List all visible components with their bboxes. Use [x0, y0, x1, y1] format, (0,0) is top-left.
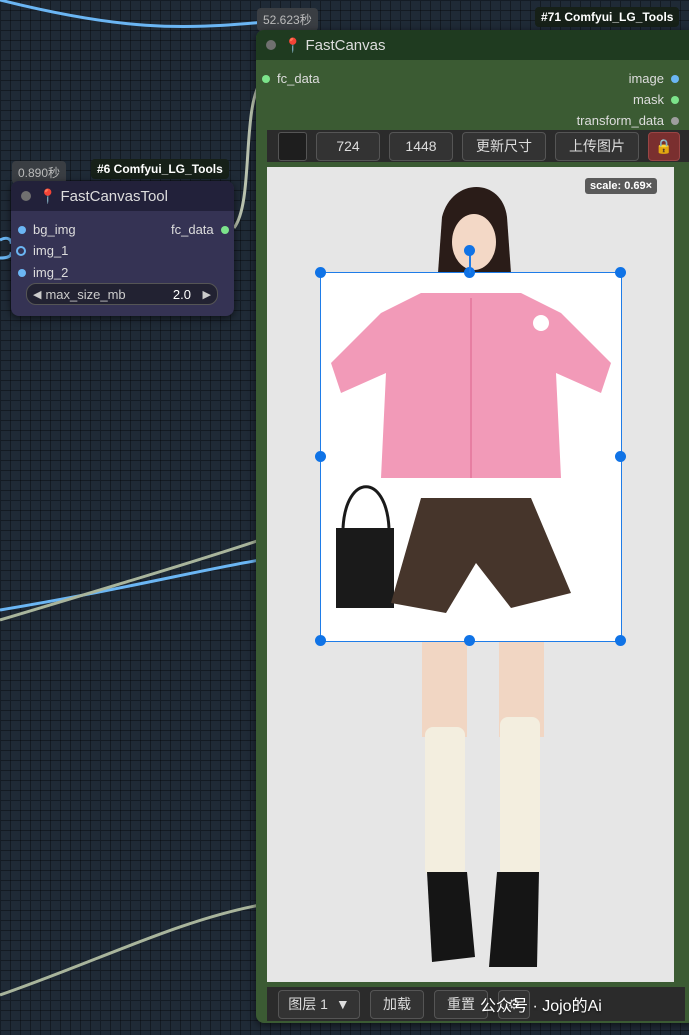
- input-slot-img-1[interactable]: img_1: [16, 243, 68, 258]
- pin-icon: 📍: [284, 36, 302, 53]
- widget-value: 2.0: [172, 286, 191, 302]
- height-input[interactable]: 1448: [389, 131, 453, 161]
- outfit-collage-image: [331, 293, 611, 613]
- input-slot-img-2[interactable]: img_2: [18, 265, 68, 280]
- upload-image-button[interactable]: 上传图片: [555, 131, 639, 161]
- output-port-icon[interactable]: [671, 74, 679, 83]
- canvas-node-id-badge: #71 Comfyui_LG_Tools: [535, 7, 680, 27]
- resize-handle-left[interactable]: [315, 451, 326, 462]
- collapse-dot-icon[interactable]: [266, 40, 276, 50]
- increment-arrow-icon[interactable]: ▶: [203, 288, 211, 301]
- rotate-handle-stem: [469, 255, 471, 273]
- dropdown-arrow-icon: ▼: [335, 996, 350, 1012]
- input-label-bg-img: bg_img: [33, 222, 76, 237]
- input-port-icon[interactable]: [18, 225, 26, 234]
- fast-canvas-node[interactable]: 📍 FastCanvas fc_data image mask transfor…: [256, 30, 689, 1023]
- output-label-mask: mask: [632, 92, 664, 107]
- canvas-node-time-badge: 52.623秒: [257, 8, 318, 31]
- output-slot-transform-data[interactable]: transform_data: [577, 113, 679, 128]
- output-label-transform-data: transform_data: [576, 113, 664, 128]
- resize-handle-bottom[interactable]: [464, 635, 475, 646]
- output-slot-fc-data[interactable]: fc_data: [171, 222, 229, 237]
- scale-label: scale: 0.69×: [585, 178, 658, 194]
- load-button[interactable]: 加载: [370, 989, 424, 1019]
- input-label-fc-data: fc_data: [277, 71, 320, 86]
- input-port-icon[interactable]: [18, 268, 26, 277]
- width-input[interactable]: 724: [316, 131, 380, 161]
- pin-icon: 📍: [39, 187, 57, 204]
- tool-node-title: FastCanvasTool: [60, 187, 168, 205]
- resize-handle-top-left[interactable]: [315, 267, 326, 278]
- update-size-button[interactable]: 更新尺寸: [462, 131, 546, 161]
- input-port-icon[interactable]: [262, 74, 270, 83]
- output-label-fc-data: fc_data: [171, 222, 214, 237]
- resize-handle-top-right[interactable]: [615, 267, 626, 278]
- tool-node-header[interactable]: 📍 FastCanvasTool: [11, 181, 234, 211]
- max-size-mb-widget[interactable]: ◀ max_size_mb 2.0 ▶: [26, 283, 218, 305]
- lock-icon: 🔒: [655, 137, 673, 154]
- output-slot-image[interactable]: image: [629, 71, 679, 86]
- output-port-icon[interactable]: [671, 116, 679, 125]
- selected-layer[interactable]: [320, 272, 622, 642]
- fast-canvas-tool-node[interactable]: 📍 FastCanvasTool bg_img img_1 img_2 fc_d…: [11, 181, 234, 316]
- input-label-img-1: img_1: [33, 243, 69, 258]
- output-slot-mask[interactable]: mask: [633, 92, 679, 107]
- rotate-handle[interactable]: [464, 245, 475, 256]
- lock-button[interactable]: 🔒: [648, 131, 680, 161]
- tool-node-id-badge: #6 Comfyui_LG_Tools: [91, 159, 229, 179]
- canvas-area[interactable]: scale: 0.69×: [267, 167, 674, 982]
- layer-select[interactable]: 图层 1 ▼: [278, 989, 360, 1019]
- canvas-toolbar: 724 1448 更新尺寸 上传图片 🔒: [267, 130, 689, 162]
- canvas-node-header[interactable]: 📍 FastCanvas: [256, 30, 689, 60]
- layer-select-value: 图层 1: [288, 996, 328, 1012]
- collapse-dot-icon[interactable]: [21, 191, 31, 201]
- background-color-swatch[interactable]: [278, 131, 307, 161]
- widget-label: max_size_mb: [45, 286, 126, 302]
- resize-handle-bottom-right[interactable]: [615, 635, 626, 646]
- canvas-bottom-toolbar: 图层 1 ▼ 加载 重置 ⚙: [267, 987, 685, 1021]
- decrement-arrow-icon[interactable]: ◀: [33, 288, 41, 301]
- input-label-img-2: img_2: [33, 265, 69, 280]
- output-port-icon[interactable]: [671, 95, 679, 104]
- watermark-text: 公众号 · Jojo的Ai: [480, 998, 602, 1015]
- input-port-icon[interactable]: [16, 245, 26, 256]
- input-slot-bg-img[interactable]: bg_img: [18, 222, 76, 237]
- output-label-image: image: [628, 71, 664, 86]
- input-slot-fc-data[interactable]: fc_data: [262, 71, 320, 86]
- resize-handle-right[interactable]: [615, 451, 626, 462]
- canvas-node-title: FastCanvas: [305, 36, 386, 54]
- resize-handle-bottom-left[interactable]: [315, 635, 326, 646]
- output-port-icon[interactable]: [220, 225, 229, 234]
